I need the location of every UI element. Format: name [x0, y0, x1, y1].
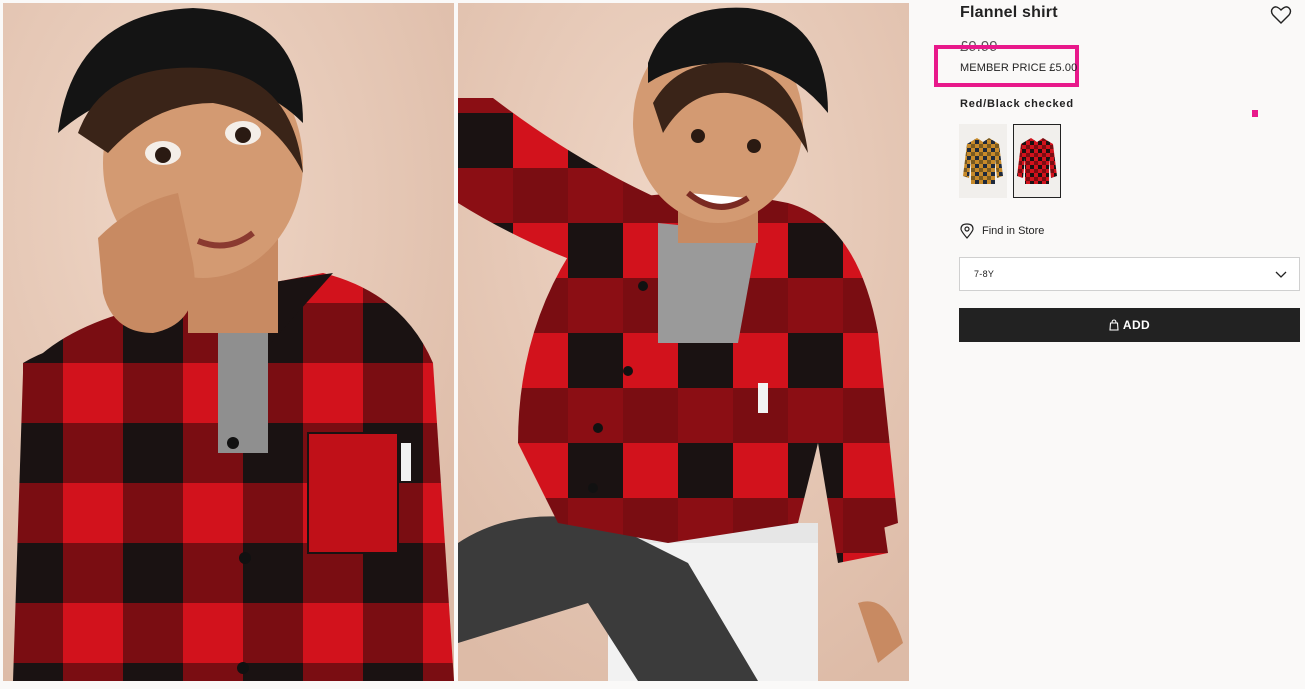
color-swatch-mustard[interactable] [959, 124, 1007, 198]
product-photo-full [458, 3, 909, 681]
product-image-1[interactable] [3, 3, 454, 681]
product-photo-closeup [3, 3, 454, 681]
find-in-store-link[interactable]: Find in Store [960, 222, 1044, 240]
product-page: Flannel shirt £9.99 MEMBER PRICE £5.00 R… [0, 0, 1305, 689]
shopping-bag-icon [1109, 319, 1119, 331]
highlight-marker [1252, 110, 1258, 117]
color-swatch-red-black[interactable] [1013, 124, 1061, 198]
chevron-down-icon [1275, 271, 1287, 278]
product-image-2[interactable] [458, 3, 909, 681]
selected-color-name: Red/Black checked [960, 98, 1074, 110]
shirt-thumbnail-red [1017, 138, 1057, 184]
heart-icon [1270, 6, 1292, 24]
location-pin-icon [960, 223, 974, 239]
find-in-store-label: Find in Store [982, 225, 1045, 237]
member-price: MEMBER PRICE £5.00 [960, 62, 1078, 74]
favorite-button[interactable] [1270, 5, 1292, 25]
size-dropdown[interactable]: 7-8Y [959, 257, 1300, 291]
shirt-thumbnail-mustard [963, 138, 1003, 184]
size-dropdown-value: 7-8Y [974, 269, 995, 279]
add-button-label: ADD [1122, 318, 1151, 332]
add-to-bag-button[interactable]: ADD [959, 308, 1300, 342]
product-title: Flannel shirt [960, 4, 1058, 21]
